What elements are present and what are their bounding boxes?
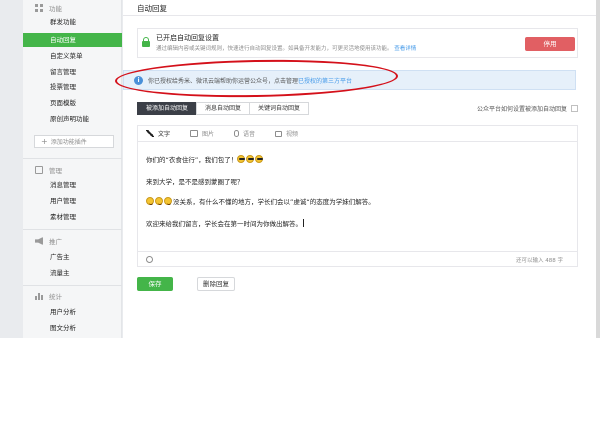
status-description: 通过编辑内容或关键词规则，快速进行自动回复设置。如具备开发能力，可更灵活地使用该… [156,44,416,52]
disable-button[interactable]: 停用 [525,37,575,51]
sidebar-item-mass-send[interactable]: 群发功能 [23,15,122,29]
status-title: 已开启自动回复设置 [156,34,219,42]
sidebar-item-user-analysis[interactable]: 用户分析 [23,305,122,319]
tool-label: 文字 [158,131,171,138]
sidebar-group-features: 功能 [23,1,122,15]
delete-reply-button[interactable]: 删除回复 [197,277,235,291]
sidebar-divider [23,285,122,286]
tab-message-reply[interactable]: 消息自动回复 [196,102,251,115]
sidebar-group-label: 功能 [49,5,62,13]
help-link-area: 公众平台如何设置被添加自动回复 [477,104,578,113]
smile-emoji-icon [164,197,172,205]
sidebar-group-label: 推广 [49,238,62,246]
mail-icon [35,166,43,174]
reply-line-text: 你们的“衣食住行”，我们包了！ [146,156,238,164]
info-icon: i [134,76,143,85]
sidebar-divider [23,158,122,159]
editor-footer: 还可以输入 488 字 [138,251,577,267]
sidebar-item-votes[interactable]: 投票管理 [23,80,122,94]
third-party-platform-link[interactable]: 已授权的第三方平台 [298,78,352,85]
help-link[interactable]: 公众平台如何设置被添加自动回复 [477,104,567,113]
sidebar-group-label: 管理 [49,167,62,175]
authorization-info-bar: i 你已授权给秀米、微讯云端帮助你运营公众号，点击管理已授权的第三方平台 [123,70,576,90]
tool-text[interactable]: 文字 [146,129,170,138]
sidebar-item-materials[interactable]: 素材管理 [23,210,122,224]
sunglasses-emoji-icon [246,155,255,163]
tab-added-reply[interactable]: 被添加自动回复 [137,102,198,115]
editor-toolbar: 文字 图片 语音 视频 [138,126,577,142]
add-plugin-button[interactable]: + 添加功能插件 [34,135,114,148]
authorization-info-text: 你已授权给秀米、微讯云端帮助你运营公众号，点击管理已授权的第三方平台 [148,76,352,85]
tool-image[interactable]: 图片 [190,129,214,138]
page-scrollbar[interactable] [596,0,600,338]
char-count: 还可以输入 488 字 [516,258,563,264]
sidebar-item-advertiser[interactable]: 广告主 [23,250,122,264]
sidebar-item-publisher[interactable]: 流量主 [23,266,122,280]
sidebar-item-article-analysis[interactable]: 图文分析 [23,321,122,335]
reply-line: 来到大学，是不是感到蒙圈了呢？ [146,176,244,186]
sidebar-group-label: 统计 [49,293,62,301]
voice-icon [234,130,240,137]
tool-label: 图片 [202,131,215,138]
view-details-link[interactable]: 查看详情 [394,46,416,52]
speaker-icon [35,237,43,245]
sidebar-item-original[interactable]: 原创声明功能 [23,112,122,126]
reply-line: 你们的“衣食住行”，我们包了！ [146,154,264,164]
sidebar-group-stats: 统计 [23,289,122,303]
lock-icon [142,37,150,47]
video-icon [275,130,283,137]
reply-line: 没关系，有什么不懂的地方，学长们会以”虔诚“的态度为学妹们解答。 [146,196,375,206]
reply-line-text: 没关系，有什么不懂的地方，学长们会以”虔诚“的态度为学妹们解答。 [173,198,375,206]
sidebar-item-auto-reply[interactable]: 自动回复 [23,33,122,47]
grid-icon [35,4,43,12]
emoji-picker-icon[interactable] [146,256,153,263]
page-title: 自动回复 [137,4,167,13]
sidebar-item-users[interactable]: 用户管理 [23,194,122,208]
add-plugin-label: 添加功能插件 [50,139,87,146]
reply-line: 欢迎来给我们留言，学长会在第一时间为你做出解答。 [146,218,304,228]
tool-voice[interactable]: 语音 [234,129,255,138]
image-icon [190,130,199,137]
tool-label: 视频 [286,131,299,138]
text-cursor [303,219,304,227]
main-panel: 自动回复 已开启自动回复设置 通过编辑内容或关键词规则，快速进行自动回复设置。如… [114,0,596,338]
sidebar-group-promote: 推广 [23,234,122,248]
title-divider [123,15,596,16]
sidebar-item-custom-menu[interactable]: 自定义菜单 [23,49,122,63]
reply-line-text: 来到大学，是不是感到蒙圈了呢？ [146,178,244,186]
tool-video[interactable]: 视频 [275,129,298,138]
sidebar-item-comments[interactable]: 留言管理 [23,65,122,79]
plus-icon: + [41,137,48,146]
sunglasses-emoji-icon [255,155,264,163]
help-checkbox[interactable] [571,105,578,112]
sidebar: 功能 群发功能 自动回复 自定义菜单 留言管理 投票管理 页面模版 原创声明功能… [23,0,122,338]
save-button[interactable]: 保存 [137,277,173,291]
sidebar-item-messages[interactable]: 消息管理 [23,178,122,192]
tab-keyword-reply[interactable]: 关键词自动回复 [249,102,310,115]
sunglasses-emoji-icon [237,155,246,163]
sidebar-group-manage: 管理 [23,163,122,177]
sidebar-divider [23,229,122,230]
status-description-text: 通过编辑内容或关键词规则，快速进行自动回复设置。如具备开发能力，可更灵活地使用该… [156,46,393,52]
smile-emoji-icon [146,197,154,205]
app-window: 功能 群发功能 自动回复 自定义菜单 留言管理 投票管理 页面模版 原创声明功能… [0,0,600,338]
authorization-text: 你已授权给秀米、微讯云端帮助你运营公众号，点击管理 [148,78,299,85]
sidebar-item-templates[interactable]: 页面模版 [23,96,122,110]
reply-line-text: 欢迎来给我们留言，学长会在第一时间为你做出解答。 [146,220,302,228]
smile-emoji-icon [155,197,163,205]
reply-editor: 文字 图片 语音 视频 你们的“衣食住行”，我们包了！ 来到大学，是不是感到蒙圈… [137,125,578,267]
pen-icon [146,130,154,137]
tool-label: 语音 [243,131,256,138]
auto-reply-status-box: 已开启自动回复设置 通过编辑内容或关键词规则，快速进行自动回复设置。如具备开发能… [137,28,578,58]
reply-type-tabs: 被添加自动回复 消息自动回复 关键词自动回复 [137,102,310,115]
stats-icon [35,292,43,300]
